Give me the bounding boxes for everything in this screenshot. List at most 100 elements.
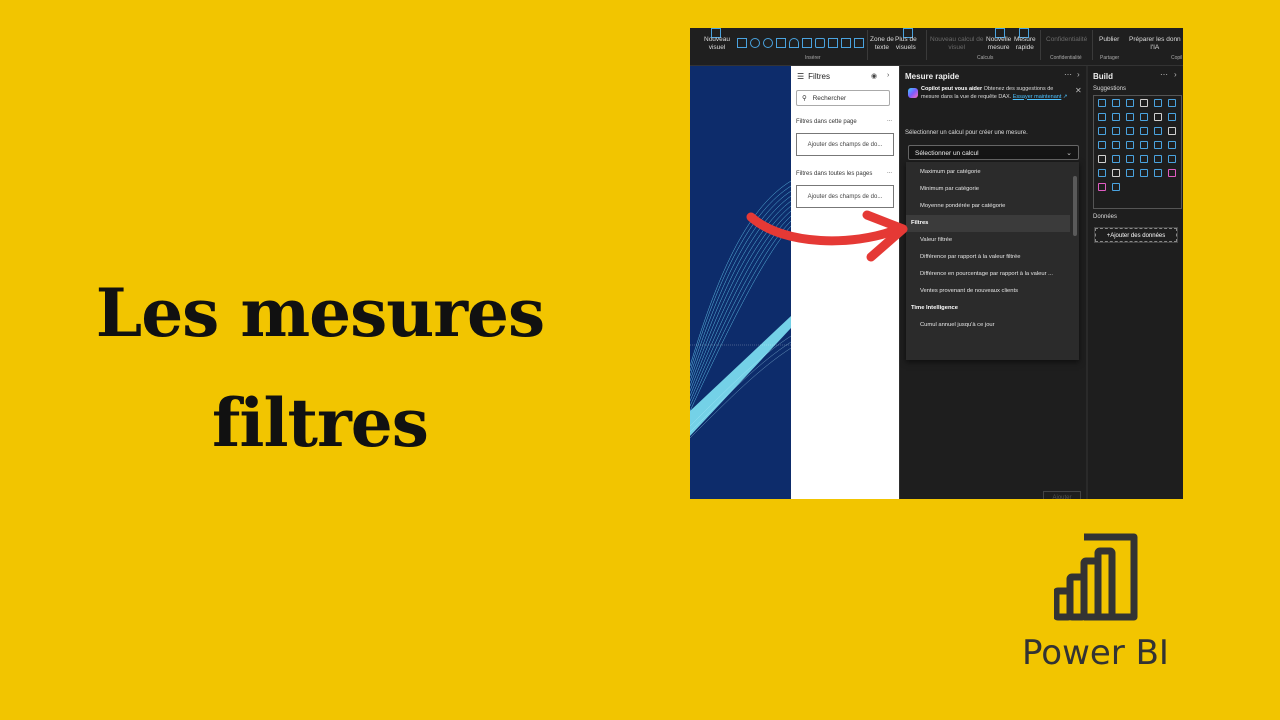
waterfall-visual-icon[interactable] bbox=[1098, 127, 1106, 135]
more-visual-icon[interactable] bbox=[1112, 183, 1120, 191]
donut-visual-icon[interactable] bbox=[763, 38, 773, 48]
area-visual-icon[interactable] bbox=[1112, 113, 1120, 121]
clustered-bar-visual-icon[interactable] bbox=[1126, 99, 1134, 107]
dropdown-option[interactable]: Ventes provenant de nouveaux clients bbox=[906, 283, 1070, 300]
publish-button[interactable]: Publier bbox=[1099, 36, 1119, 44]
add-data-button[interactable]: +Ajouter des données bbox=[1094, 227, 1178, 243]
stacked-area-visual-icon[interactable] bbox=[1126, 113, 1134, 121]
ribbon-group-calculations: Calculs bbox=[977, 55, 994, 61]
text-box-button[interactable]: Zone de texte bbox=[870, 36, 894, 52]
card-visual-icon[interactable] bbox=[802, 38, 812, 48]
stacked-column-visual-icon[interactable] bbox=[1112, 99, 1120, 107]
copilot-icon bbox=[908, 88, 918, 98]
python-visual-icon[interactable] bbox=[1168, 155, 1176, 163]
100pct-column-visual-icon[interactable] bbox=[1168, 99, 1176, 107]
eye-icon[interactable]: ◉ bbox=[871, 72, 877, 80]
dropdown-option[interactable]: Maximum par catégorie bbox=[906, 164, 1070, 181]
scatter-visual-icon[interactable] bbox=[1126, 127, 1134, 135]
search-placeholder: Rechercher bbox=[812, 95, 847, 102]
dropdown-option[interactable]: Différence en pourcentage par rapport à … bbox=[906, 266, 1070, 283]
new-visual-button[interactable]: Nouveau visuel bbox=[704, 36, 730, 52]
azure-map-visual-icon[interactable] bbox=[1126, 141, 1134, 149]
quick-measure-button[interactable]: Mesure rapide bbox=[1014, 36, 1036, 52]
dropdown-option[interactable]: Valeur filtrée bbox=[906, 232, 1070, 249]
power-apps-visual-icon[interactable] bbox=[1168, 169, 1176, 177]
table-visual-icon[interactable] bbox=[737, 38, 747, 48]
kpi-visual-icon[interactable] bbox=[828, 38, 838, 48]
line-column-visual-icon[interactable] bbox=[1140, 113, 1148, 121]
section-more-icon[interactable]: ... bbox=[887, 169, 892, 175]
narrative-visual-icon[interactable] bbox=[1140, 169, 1148, 177]
dropdown-scrollbar[interactable] bbox=[1073, 176, 1077, 236]
more-options-icon[interactable]: ⋯ bbox=[1160, 70, 1168, 79]
r-script-visual-icon[interactable] bbox=[1154, 155, 1162, 163]
more-options-icon[interactable]: ⋯ bbox=[1064, 70, 1072, 79]
more-visuals-button[interactable]: Plus de visuels bbox=[895, 36, 917, 52]
bar-visual-icon[interactable] bbox=[776, 38, 786, 48]
clustered-column-visual-icon[interactable] bbox=[1140, 99, 1148, 107]
decomposition-visual-icon[interactable] bbox=[1112, 169, 1120, 177]
powerbi-brand-text: Power BI bbox=[1022, 633, 1169, 673]
filters-search-input[interactable]: ⚲ Rechercher bbox=[796, 90, 890, 106]
gauge-visual-icon[interactable] bbox=[1140, 141, 1148, 149]
new-visual-calculation-button[interactable]: Nouveau calcul de visuel bbox=[930, 36, 983, 52]
dropdown-option[interactable]: Moyenne pondérée par catégorie bbox=[906, 198, 1070, 215]
prepare-data-ai-button[interactable]: Préparer les donn l'IA bbox=[1129, 36, 1181, 52]
ribbon-label-line: mesure bbox=[987, 44, 1010, 51]
slicer-visual-icon[interactable] bbox=[1112, 155, 1120, 163]
power-automate-visual-icon[interactable] bbox=[1098, 183, 1106, 191]
report-canvas[interactable] bbox=[690, 66, 791, 499]
calculation-select[interactable]: Sélectionner un calcul ⌄ bbox=[908, 145, 1079, 160]
sensitivity-button[interactable]: Confidentialité bbox=[1046, 36, 1087, 44]
ribbon-label-line: Publier bbox=[1099, 36, 1120, 43]
multirow-card-visual-icon[interactable] bbox=[1168, 141, 1176, 149]
gauge-visual-icon[interactable] bbox=[789, 38, 799, 48]
copilot-try-link[interactable]: Essayer maintenant bbox=[1013, 94, 1062, 100]
filter-funnel-icon: ☰ bbox=[797, 72, 805, 81]
filters-section-all: Filtres dans toutes les pages bbox=[796, 171, 873, 177]
build-title: Build bbox=[1093, 72, 1113, 81]
collapse-chevron-icon[interactable]: › bbox=[1077, 70, 1080, 79]
treemap-visual-icon[interactable] bbox=[1168, 127, 1176, 135]
key-influencers-visual-icon[interactable] bbox=[1098, 169, 1106, 177]
ribbon-visual-icon[interactable] bbox=[1168, 113, 1176, 121]
filled-map-visual-icon[interactable] bbox=[1112, 141, 1120, 149]
copilot-message: Copilot peut vous aider Obtenez des sugg… bbox=[921, 86, 1071, 101]
powerbi-logo-icon bbox=[1054, 533, 1138, 621]
100pct-bar-visual-icon[interactable] bbox=[1154, 99, 1162, 107]
dropdown-group-header: Time Intelligence bbox=[911, 305, 958, 311]
matrix-visual-icon[interactable] bbox=[1140, 155, 1148, 163]
add-button[interactable]: Ajouter bbox=[1043, 491, 1081, 499]
slicer-visual-icon[interactable] bbox=[841, 38, 851, 48]
calculation-prompt: Sélectionner un calcul pour créer une me… bbox=[905, 130, 1028, 136]
build-pane: Build ⋯ › Suggestions Données +Ajouter d… bbox=[1086, 66, 1183, 499]
ribbon-label-line: Préparer les donn bbox=[1129, 36, 1181, 43]
card-visual-icon[interactable] bbox=[1154, 141, 1162, 149]
collapse-chevron-icon[interactable]: › bbox=[1174, 70, 1177, 79]
qa-visual-icon[interactable] bbox=[1126, 169, 1134, 177]
add-fields-page-well[interactable]: Ajouter des champs de do... bbox=[796, 133, 894, 156]
close-icon[interactable]: ✕ bbox=[1075, 86, 1082, 95]
dropdown-option[interactable]: Minimum par catégorie bbox=[906, 181, 1070, 198]
line-visual-icon[interactable] bbox=[1098, 113, 1106, 121]
dropdown-option[interactable]: Cumul annuel jusqu'à ce jour bbox=[906, 317, 1070, 334]
filters-header: ☰ Filtres bbox=[797, 72, 830, 81]
line-clustered-visual-icon[interactable] bbox=[1154, 113, 1162, 121]
donut-visual-icon[interactable] bbox=[1154, 127, 1162, 135]
table-visual-icon[interactable] bbox=[1126, 155, 1134, 163]
pie-visual-icon[interactable] bbox=[750, 38, 760, 48]
new-measure-button[interactable]: Nouvelle mesure bbox=[986, 36, 1011, 52]
kpi-visual-icon[interactable] bbox=[1098, 155, 1106, 163]
stacked-bar-visual-icon[interactable] bbox=[1098, 99, 1106, 107]
quick-measure-title: Mesure rapide bbox=[905, 72, 960, 81]
ribbon-label-line: texte bbox=[874, 44, 889, 51]
map-visual-icon[interactable] bbox=[815, 38, 825, 48]
dropdown-option[interactable]: Différence par rapport à la valeur filtr… bbox=[906, 249, 1070, 266]
map-visual-icon[interactable] bbox=[1098, 141, 1106, 149]
paginated-visual-icon[interactable] bbox=[1154, 169, 1162, 177]
funnel-visual-icon[interactable] bbox=[1112, 127, 1120, 135]
collapse-chevron-icon[interactable]: › bbox=[887, 72, 889, 79]
pie-visual-icon[interactable] bbox=[1140, 127, 1148, 135]
matrix-visual-icon[interactable] bbox=[854, 38, 864, 48]
section-more-icon[interactable]: ... bbox=[887, 117, 892, 123]
